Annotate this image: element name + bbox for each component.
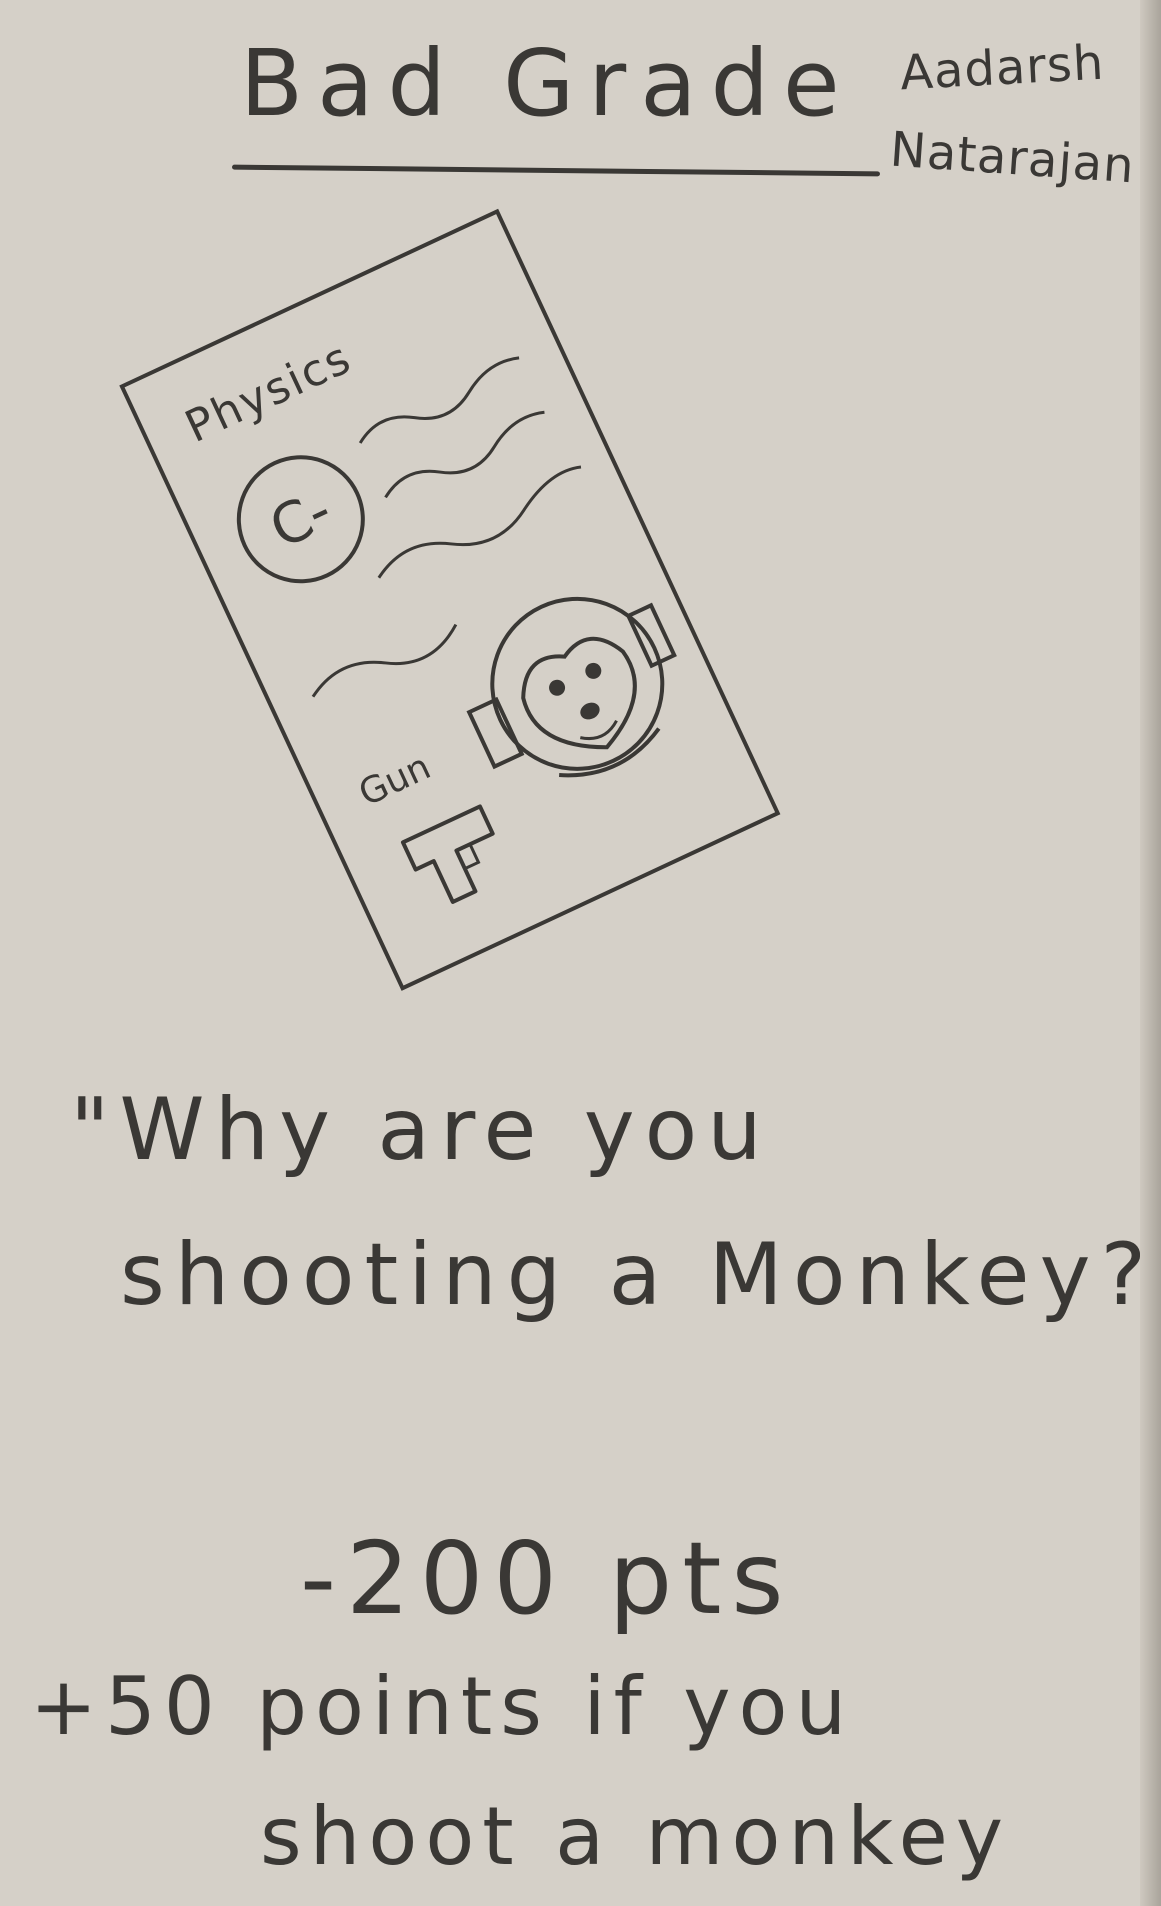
report-card-drawing: Physics C- Gun [119, 208, 781, 991]
card: Bad Grade Aadarsh Natarajan Physics C- G… [0, 0, 1161, 1906]
title-underline [231, 164, 881, 177]
author-last-name: Natarajan [888, 121, 1137, 195]
quote-line-1: "Why are you [70, 1080, 772, 1180]
bonus-line-1: +50 points if you [30, 1660, 855, 1753]
card-title: Bad Grade [240, 30, 854, 137]
penalty-points: -200 pts [300, 1520, 794, 1637]
quote-line-2: shooting a Monkey?" [120, 1225, 1161, 1325]
background-edge [1140, 0, 1161, 1906]
bonus-line-2: shoot a monkey [260, 1790, 1012, 1883]
author-first-name: Aadarsh [898, 34, 1106, 102]
